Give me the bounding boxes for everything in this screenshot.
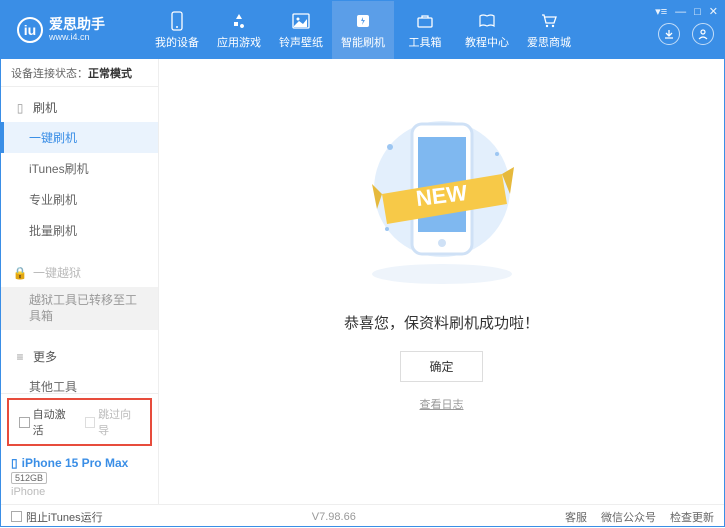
group-label: 更多 (33, 348, 57, 365)
checkbox-icon (11, 511, 22, 522)
app-title: 爱思助手 (49, 17, 105, 32)
nav-my-device[interactable]: 我的设备 (146, 1, 208, 59)
nav-store[interactable]: 爱思商城 (518, 1, 580, 59)
success-message: 恭喜您，保资料刷机成功啦！ (344, 312, 539, 333)
footer-link-wechat[interactable]: 微信公众号 (601, 509, 656, 525)
jailbreak-note: 越狱工具已转移至工具箱 (1, 287, 158, 330)
nav-label: 应用游戏 (217, 34, 261, 50)
main-panel: NEW 恭喜您，保资料刷机成功啦！ 确定 查看日志 (159, 59, 724, 504)
maximize-icon[interactable]: □ (694, 6, 701, 18)
minimize-icon[interactable]: — (675, 6, 686, 18)
nav-toolbox[interactable]: 工具箱 (394, 1, 456, 59)
cart-icon (539, 11, 559, 31)
download-button[interactable] (658, 23, 680, 45)
header: iu 爱思助手 www.i4.cn 我的设备 应用游戏 铃声壁纸 智能刷机 工具… (1, 1, 724, 59)
nav-label: 教程中心 (465, 34, 509, 50)
nav-apps[interactable]: 应用游戏 (208, 1, 270, 59)
sidebar-item-batch-flash[interactable]: 批量刷机 (1, 215, 158, 246)
apps-icon (229, 11, 249, 31)
phone-small-icon: ▯ (13, 101, 27, 115)
logo-icon: iu (17, 17, 43, 43)
group-more[interactable]: ≡ 更多 (1, 342, 158, 371)
group-flash[interactable]: ▯ 刷机 (1, 93, 158, 122)
device-phone-icon: ▯ (11, 456, 18, 470)
version-label: V7.98.66 (103, 511, 565, 523)
close-icon[interactable]: ✕ (709, 5, 718, 18)
nav-tutorial[interactable]: 教程中心 (456, 1, 518, 59)
group-label: 一键越狱 (33, 264, 81, 281)
checkbox-auto-activate[interactable]: 自动激活 (19, 406, 75, 438)
checkbox-label: 跳过向导 (98, 406, 140, 438)
menu-icon[interactable]: ▾≡ (655, 5, 667, 18)
sidebar-item-pro-flash[interactable]: 专业刷机 (1, 184, 158, 215)
titlebar-controls: ▾≡ — □ ✕ (655, 5, 718, 18)
body: 设备连接状态： 正常模式 ▯ 刷机 一键刷机 iTunes刷机 专业刷机 批量刷… (1, 59, 724, 504)
status-value: 正常模式 (88, 65, 132, 81)
checkbox-label: 阻止iTunes运行 (26, 509, 103, 525)
flash-icon (353, 11, 373, 31)
user-button[interactable] (692, 23, 714, 45)
status-label: 设备连接状态： (11, 65, 88, 81)
nav-label: 爱思商城 (527, 34, 571, 50)
group-jailbreak[interactable]: 🔒 一键越狱 (1, 258, 158, 287)
header-right (658, 23, 714, 45)
sidebar-item-one-key-flash[interactable]: 一键刷机 (1, 122, 158, 153)
nav-label: 智能刷机 (341, 34, 385, 50)
book-icon (477, 11, 497, 31)
sidebar-item-itunes-flash[interactable]: iTunes刷机 (1, 153, 158, 184)
checkbox-skip-guide[interactable]: 跳过向导 (85, 406, 141, 438)
app-url: www.i4.cn (49, 33, 105, 43)
device-info: ▯ iPhone 15 Pro Max 512GB iPhone (1, 450, 158, 504)
footer-link-support[interactable]: 客服 (565, 509, 587, 525)
device-name[interactable]: ▯ iPhone 15 Pro Max (11, 456, 148, 470)
checkbox-icon (19, 417, 30, 428)
image-icon (291, 11, 311, 31)
device-type: iPhone (11, 486, 148, 498)
list-icon: ≡ (13, 350, 27, 364)
nav-label: 工具箱 (409, 34, 442, 50)
nav-label: 铃声壁纸 (279, 34, 323, 50)
phone-icon (167, 11, 187, 31)
nav-label: 我的设备 (155, 34, 199, 50)
footer: 阻止iTunes运行 V7.98.66 客服 微信公众号 检查更新 (1, 504, 724, 528)
group-label: 刷机 (33, 99, 57, 116)
view-log-link[interactable]: 查看日志 (420, 396, 464, 412)
checkbox-block-itunes[interactable]: 阻止iTunes运行 (11, 509, 103, 525)
top-nav: 我的设备 应用游戏 铃声壁纸 智能刷机 工具箱 教程中心 爱思商城 (146, 1, 724, 59)
sidebar: 设备连接状态： 正常模式 ▯ 刷机 一键刷机 iTunes刷机 专业刷机 批量刷… (1, 59, 159, 504)
nav-ringtone[interactable]: 铃声壁纸 (270, 1, 332, 59)
checkbox-icon (85, 417, 96, 428)
options-highlight: 自动激活 跳过向导 (7, 398, 152, 446)
checkbox-label: 自动激活 (33, 406, 75, 438)
success-illustration: NEW (342, 99, 542, 294)
toolbox-icon (415, 11, 435, 31)
status-bar: 设备连接状态： 正常模式 (1, 59, 158, 87)
nav-flash[interactable]: 智能刷机 (332, 1, 394, 59)
sidebar-item-other-tools[interactable]: 其他工具 (1, 371, 158, 393)
device-storage: 512GB (11, 472, 47, 484)
logo-area: iu 爱思助手 www.i4.cn (1, 17, 146, 43)
ok-button[interactable]: 确定 (400, 351, 482, 382)
footer-link-update[interactable]: 检查更新 (670, 509, 714, 525)
lock-icon: 🔒 (13, 266, 27, 280)
